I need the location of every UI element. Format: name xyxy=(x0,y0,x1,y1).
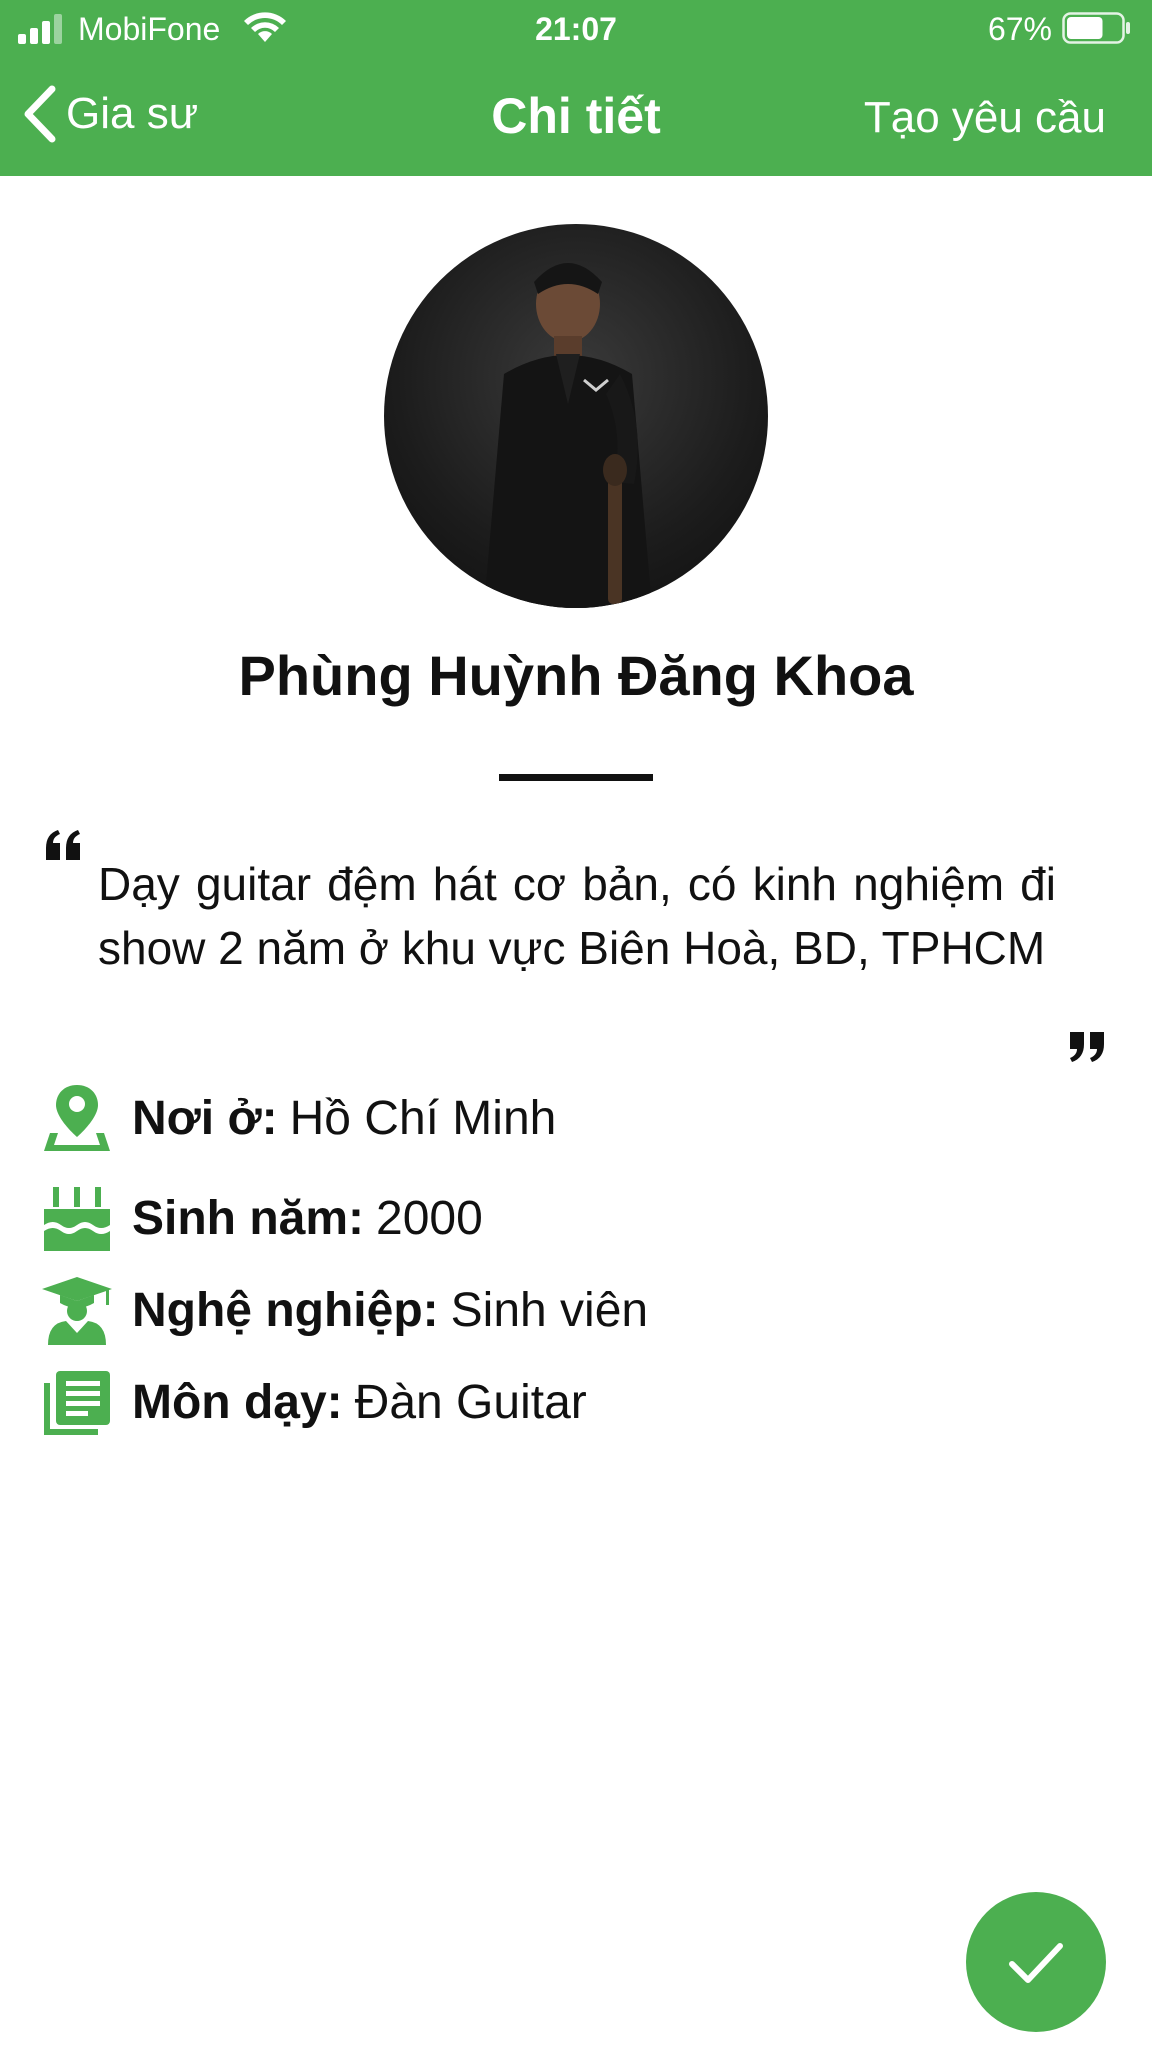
info-label: Sinh năm: xyxy=(132,1191,365,1245)
battery-icon xyxy=(1062,12,1130,44)
info-value: Đàn Guitar xyxy=(354,1375,587,1429)
status-time: 21:07 xyxy=(535,11,617,47)
info-label: Nghệ nghiệp: xyxy=(132,1283,439,1337)
info-row-subject: Môn dạy: Đàn Guitar xyxy=(40,1362,1110,1442)
info-value: Sinh viên xyxy=(450,1283,649,1337)
quote-close-icon xyxy=(1070,1032,1104,1062)
create-request-button[interactable]: Tạo yêu cầu xyxy=(864,92,1106,144)
checkmark-icon xyxy=(1009,1943,1063,1983)
graduate-icon xyxy=(40,1273,114,1347)
info-value: Hồ Chí Minh xyxy=(289,1091,557,1145)
confirm-button[interactable] xyxy=(966,1892,1106,2032)
avatar-photo xyxy=(484,263,652,608)
tutor-detail-screen: MobiFone 21:07 67% Gia sư Chi tiết Tạo y… xyxy=(0,0,1152,2048)
back-button-label: Gia sư xyxy=(66,89,199,138)
status-bar: MobiFone 21:07 67% xyxy=(0,0,1152,58)
tutor-quote: Dạy guitar đệm hát cơ bản, có kinh nghiệ… xyxy=(98,858,1056,974)
info-row-residence: Nơi ở: Hồ Chí Minh xyxy=(40,1078,1110,1158)
navigation-bar: Gia sư Chi tiết Tạo yêu cầu xyxy=(0,58,1152,176)
app-header: MobiFone 21:07 67% Gia sư Chi tiết Tạo y… xyxy=(0,0,1152,176)
location-pin-icon xyxy=(40,1081,114,1155)
chevron-left-icon xyxy=(24,85,56,143)
quote-open-icon xyxy=(46,830,80,860)
name-divider xyxy=(499,774,653,781)
info-label: Môn dạy: xyxy=(132,1375,343,1429)
info-label: Nơi ở: xyxy=(132,1091,278,1145)
avatar xyxy=(384,224,768,608)
battery-percent: 67% xyxy=(987,11,1052,47)
tutor-name: Phùng Huỳnh Đăng Khoa xyxy=(238,644,914,707)
info-row-occupation: Nghệ nghiệp: Sinh viên xyxy=(40,1270,1110,1350)
info-value: 2000 xyxy=(376,1191,483,1245)
document-icon xyxy=(40,1365,114,1439)
info-row-birth-year: Sinh năm: 2000 xyxy=(40,1178,1110,1258)
back-button[interactable]: Gia sư xyxy=(20,82,198,146)
birthday-cake-icon xyxy=(40,1181,114,1255)
